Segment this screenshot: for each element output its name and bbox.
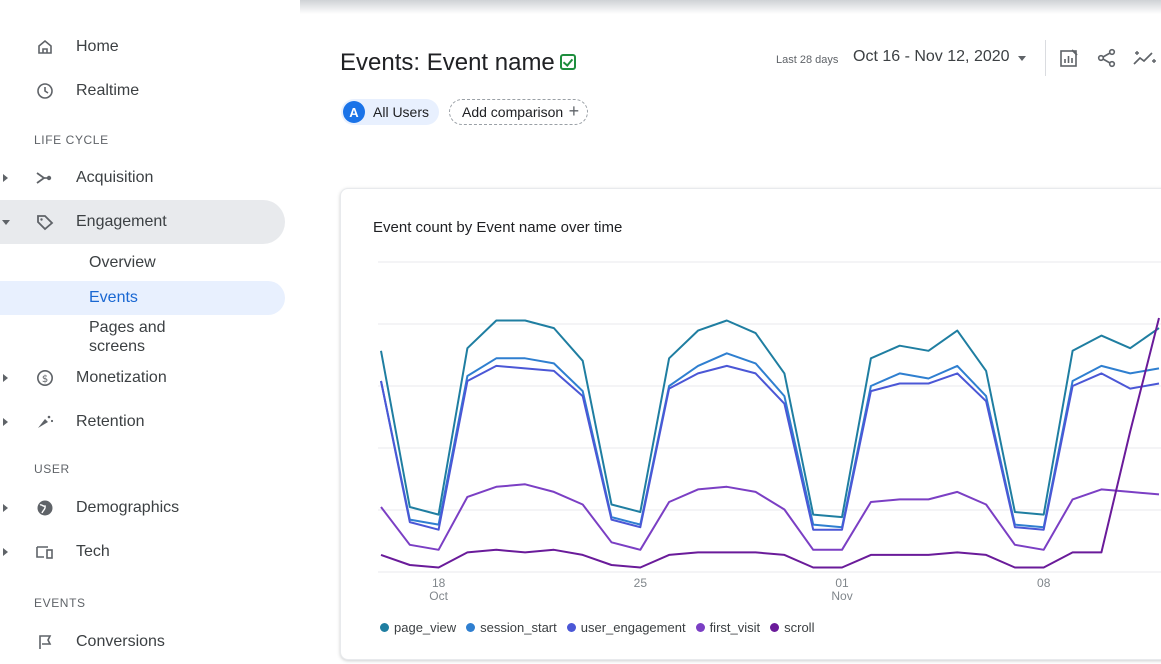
series-line-first_visit [380,483,1160,551]
x-tick-label: 01 [835,576,849,590]
x-tick-month-label: Nov [831,589,852,603]
legend-label: user_engagement [580,620,686,635]
legend-label: session_start [480,620,557,635]
legend-dot-icon [566,623,576,632]
legend-item-scroll[interactable]: scroll [770,620,814,635]
legend-item-user_engagement[interactable]: user_engagement [566,620,686,635]
legend-label: first_visit [709,620,761,635]
x-tick-month-label: Oct [429,589,448,603]
legend-dot-icon [770,623,780,632]
legend-label: page_view [394,620,457,635]
legend-item-first_visit[interactable]: first_visit [695,620,761,635]
legend-label: scroll [784,620,815,635]
x-tick-label: 25 [634,576,648,590]
legend-item-page_view[interactable]: page_view [380,620,456,635]
chart-legend: page_view session_start user_engagement fir… [380,620,814,635]
legend-dot-icon [466,623,476,632]
legend-item-session_start[interactable]: session_start [466,620,557,635]
line-chart: 18Oct 25 01Nov 08 [378,261,1161,603]
legend-dot-icon [380,623,389,632]
x-tick-label: 18 [432,576,446,590]
legend-dot-icon [695,623,705,632]
x-tick-label: 08 [1037,576,1051,590]
